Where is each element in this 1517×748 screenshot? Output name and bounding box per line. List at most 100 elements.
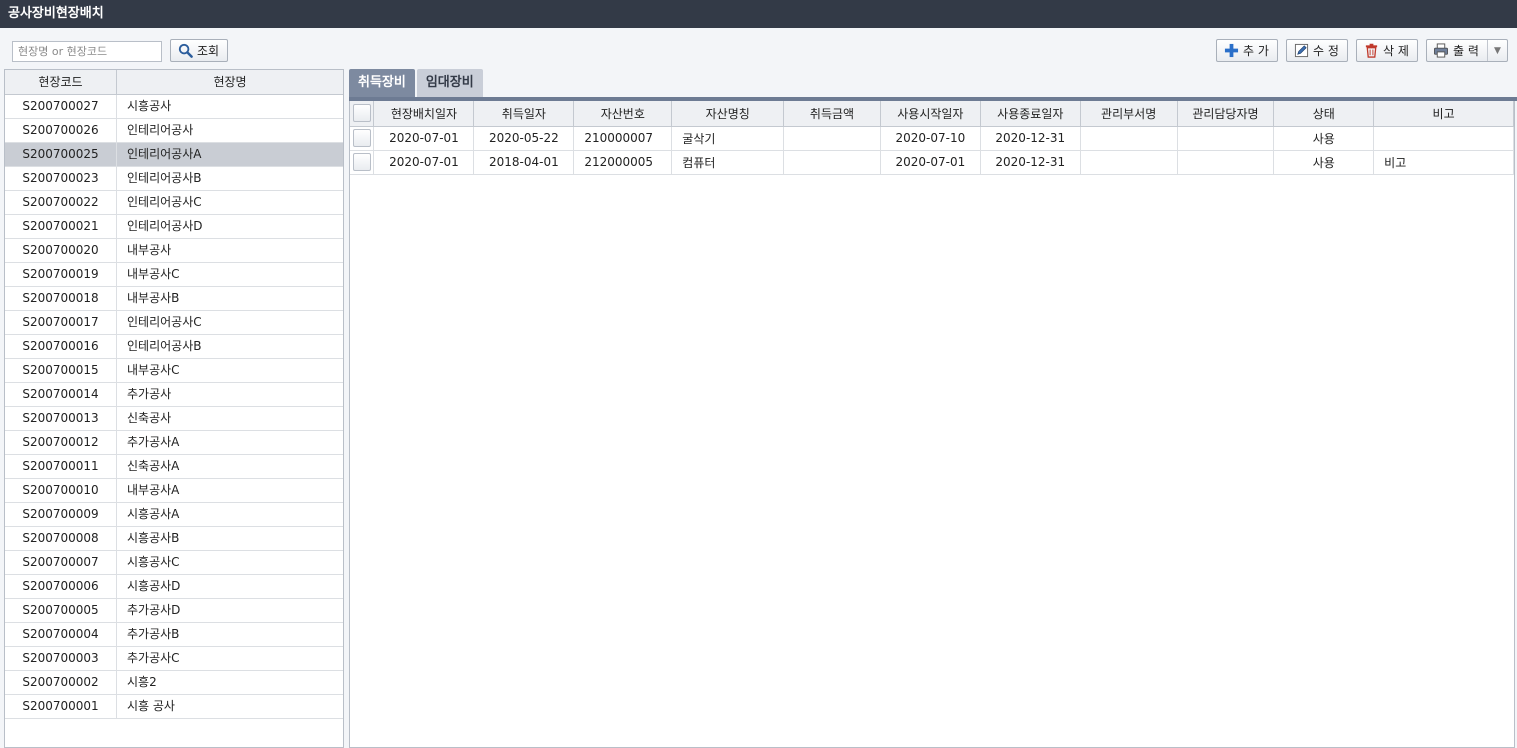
site-name-cell: 추가공사D	[127, 603, 181, 617]
site-list-body: S200700027 시흥공사 S200700026 인테리어공사 S200700025…	[5, 95, 343, 719]
site-name-cell: 인테리어공사B	[127, 339, 202, 353]
equipment-grid: 현장배치일자 취득일자 자산번호 자산명칭 취득금액 사용시작일자 사용종료일자…	[349, 101, 1515, 748]
site-list-row[interactable]: S200700006 시흥공사D	[5, 575, 343, 599]
site-name-cell: 시흥공사C	[127, 555, 180, 569]
equipment-header-row: 현장배치일자 취득일자 자산번호 자산명칭 취득금액 사용시작일자 사용종료일자…	[350, 101, 1514, 127]
column-header-acquisition-date[interactable]: 취득일자	[473, 101, 575, 127]
manager-cell	[1177, 150, 1275, 175]
site-code-cell: S200700023	[5, 167, 117, 190]
site-name-cell: 시흥공사B	[127, 531, 180, 545]
site-list-row[interactable]: S200700016 인테리어공사B	[5, 335, 343, 359]
column-header-end-date[interactable]: 사용종료일자	[980, 101, 1081, 127]
column-header-acquisition-amount[interactable]: 취득금액	[783, 101, 881, 127]
site-list-row[interactable]: S200700015 내부공사C	[5, 359, 343, 383]
search-button-label: 조회	[197, 44, 220, 58]
column-header-asset-number[interactable]: 자산번호	[573, 101, 673, 127]
site-name-cell: 인테리어공사	[127, 123, 194, 137]
site-code-cell: S200700027	[5, 95, 117, 118]
site-code-cell: S200700018	[5, 287, 117, 310]
equipment-table: 현장배치일자 취득일자 자산번호 자산명칭 취득금액 사용시작일자 사용종료일자…	[350, 101, 1514, 175]
site-code-cell: S200700021	[5, 215, 117, 238]
site-name-cell: 내부공사	[127, 243, 172, 257]
edit-button[interactable]: 수 정	[1286, 39, 1348, 62]
end-date-cell: 2020-12-31	[980, 150, 1081, 175]
site-code-cell: S200700009	[5, 503, 117, 526]
site-list-row[interactable]: S200700020 내부공사	[5, 239, 343, 263]
status-cell: 사용	[1273, 126, 1375, 151]
column-header-asset-name[interactable]: 자산명칭	[671, 101, 785, 127]
tab-acquired-equipment[interactable]: 취득장비	[349, 69, 415, 97]
site-name-cell: 추가공사A	[127, 435, 180, 449]
column-header-site-name[interactable]: 현장명	[117, 70, 343, 94]
site-name-cell: 신축공사A	[127, 459, 180, 473]
site-name-cell: 내부공사B	[127, 291, 180, 305]
site-code-cell: S200700026	[5, 119, 117, 142]
delete-button[interactable]: 삭 제	[1356, 39, 1418, 62]
site-list-row[interactable]: S200700019 내부공사C	[5, 263, 343, 287]
asset-number-cell: 212000005	[573, 150, 673, 175]
site-list-row[interactable]: S200700026 인테리어공사	[5, 119, 343, 143]
column-header-manager[interactable]: 관리담당자명	[1177, 101, 1275, 127]
site-list-row[interactable]: S200700014 추가공사	[5, 383, 343, 407]
placement-date-cell: 2020-07-01	[373, 150, 475, 175]
site-list-row[interactable]: S200700008 시흥공사B	[5, 527, 343, 551]
site-list-row[interactable]: S200700005 추가공사D	[5, 599, 343, 623]
site-list-row[interactable]: S200700018 내부공사B	[5, 287, 343, 311]
placement-date-cell: 2020-07-01	[373, 126, 475, 151]
site-list-row[interactable]: S200700010 내부공사A	[5, 479, 343, 503]
site-list-row[interactable]: S200700011 신축공사A	[5, 455, 343, 479]
site-list-row[interactable]: S200700002 시흥2	[5, 671, 343, 695]
site-name-cell: 인테리어공사B	[127, 171, 202, 185]
row-checkbox[interactable]	[350, 150, 375, 175]
site-list: 현장코드 현장명 S200700027 시흥공사 S200700026 인테리어공사 S…	[4, 69, 344, 748]
site-list-row[interactable]: S200700023 인테리어공사B	[5, 167, 343, 191]
site-list-row[interactable]: S200700013 신축공사	[5, 407, 343, 431]
equipment-row[interactable]: 2020-07-01 2020-05-22 210000007 굴삭기 2020-07-…	[350, 126, 1514, 151]
status-cell: 사용	[1273, 150, 1375, 175]
site-code-cell: S200700008	[5, 527, 117, 550]
printer-icon	[1433, 43, 1449, 59]
print-button-label: 출 력	[1453, 44, 1479, 58]
site-list-row[interactable]: S200700025 인테리어공사A	[5, 143, 343, 167]
print-button[interactable]: 출 력 ▼	[1426, 39, 1508, 62]
site-list-row[interactable]: S200700003 추가공사C	[5, 647, 343, 671]
column-header-site-code[interactable]: 현장코드	[5, 70, 117, 94]
site-list-row[interactable]: S200700021 인테리어공사D	[5, 215, 343, 239]
window-title: 공사장비현장배치	[0, 0, 1517, 28]
site-name-cell: 인테리어공사C	[127, 195, 202, 209]
site-code-cell: S200700014	[5, 383, 117, 406]
tab-leased-equipment[interactable]: 임대장비	[416, 69, 483, 97]
site-list-row[interactable]: S200700001 시흥 공사	[5, 695, 343, 719]
site-name-cell: 인테리어공사A	[127, 147, 202, 161]
site-code-cell: S200700002	[5, 671, 117, 694]
site-name-cell: 신축공사	[127, 411, 172, 425]
caret-down-icon[interactable]: ▼	[1487, 40, 1507, 61]
site-list-row[interactable]: S200700027 시흥공사	[5, 95, 343, 119]
column-header-department[interactable]: 관리부서명	[1080, 101, 1178, 127]
site-list-row[interactable]: S200700012 추가공사A	[5, 431, 343, 455]
site-list-row[interactable]: S200700017 인테리어공사C	[5, 311, 343, 335]
acquisition-amount-cell	[783, 150, 881, 175]
column-header-status[interactable]: 상태	[1273, 101, 1375, 127]
equipment-table-body: 2020-07-01 2020-05-22 210000007 굴삭기 2020-07-…	[350, 126, 1514, 175]
start-date-cell: 2020-07-01	[880, 150, 981, 175]
add-button-label: 추 가	[1243, 44, 1269, 58]
row-checkbox[interactable]	[350, 126, 375, 151]
site-list-row[interactable]: S200700022 인테리어공사C	[5, 191, 343, 215]
column-header-start-date[interactable]: 사용시작일자	[880, 101, 981, 127]
trash-icon	[1363, 43, 1379, 59]
add-button[interactable]: 추 가	[1216, 39, 1278, 62]
remarks-cell	[1373, 126, 1514, 151]
site-name-cell: 내부공사C	[127, 267, 180, 281]
site-list-row[interactable]: S200700007 시흥공사C	[5, 551, 343, 575]
column-header-remarks[interactable]: 비고	[1373, 101, 1514, 127]
site-list-row[interactable]: S200700004 추가공사B	[5, 623, 343, 647]
site-code-cell: S200700005	[5, 599, 117, 622]
site-list-row[interactable]: S200700009 시흥공사A	[5, 503, 343, 527]
column-header-placement-date[interactable]: 현장배치일자	[373, 101, 475, 127]
search-input[interactable]	[12, 41, 162, 62]
delete-button-label: 삭 제	[1383, 44, 1409, 58]
search-button[interactable]: 조회	[170, 39, 228, 62]
select-all-checkbox[interactable]	[350, 101, 375, 127]
equipment-row[interactable]: 2020-07-01 2018-04-01 212000005 컴퓨터 2020-07-…	[350, 150, 1514, 175]
